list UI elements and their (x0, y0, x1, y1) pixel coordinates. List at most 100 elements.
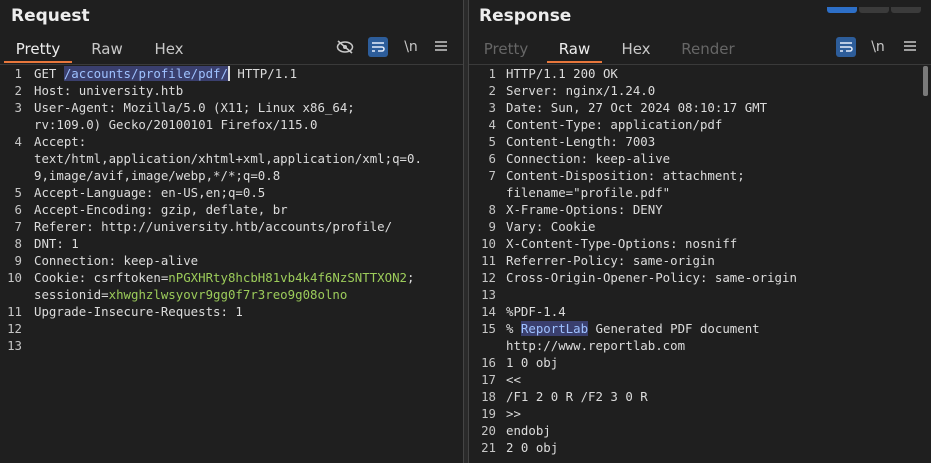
line-number: 4 (488, 117, 496, 132)
request-tab-hex[interactable]: Hex (142, 37, 196, 63)
line-content: Content-Type: application/pdf (506, 117, 723, 132)
request-pane: Request Pretty Raw Hex \n 1 GET /accounts… (0, 0, 464, 463)
line-number: 4 (14, 134, 22, 149)
line-text: http://www.reportlab.com (506, 337, 685, 354)
line-text: Cookie: csrftoken=nPGXHRty8hcbH81vb4k4f6… (34, 269, 414, 286)
response-editor[interactable]: 1 HTTP/1.1 200 OK 2 Server: nginx/1.24.0 3 Da… (469, 64, 931, 463)
line-content: Connection: keep-alive (506, 151, 671, 166)
code-line: 6 Accept-Encoding: gzip, deflate, br (0, 201, 463, 218)
line-content: DNT: 1 (34, 236, 79, 251)
line-number: 2 (14, 83, 22, 98)
code-line: 8 DNT: 1 (0, 235, 463, 252)
code-line: 15% ReportLab Generated PDF document (469, 320, 931, 337)
line-number: 2 (488, 83, 496, 98)
cookie-separator: ; (407, 270, 415, 285)
response-tab-pretty[interactable]: Pretty (471, 37, 541, 63)
line-text: << (506, 371, 521, 388)
hamburger-menu-icon[interactable] (900, 37, 920, 57)
selected-text: ReportLab (520, 321, 589, 336)
line-suffix: Generated PDF document (588, 321, 760, 336)
code-line: 2 Host: university.htb (0, 82, 463, 99)
line-text: >> (506, 405, 521, 422)
line-content: Accept-Language: en-US,en;q=0.5 (34, 185, 266, 200)
code-line: 7 Referer: http://university.htb/accounts… (0, 218, 463, 235)
request-tab-pretty[interactable]: Pretty (4, 37, 72, 63)
line-text: User-Agent: Mozilla/5.0 (X11; Linux x86_… (34, 99, 355, 116)
code-line: 18/F1 2 0 R /F2 3 0 R (469, 388, 931, 405)
wrap-lines-icon[interactable] (368, 37, 388, 57)
line-number: 9 (14, 253, 22, 268)
line-content: X-Frame-Options: DENY (506, 202, 663, 217)
cookie-name: sessionid= (34, 287, 109, 302)
code-line: 9,image/avif,image/webp,*/*;q=0.8 (0, 167, 463, 184)
line-content: Host: university.htb (34, 83, 184, 98)
line-text: Content-Length: 7003 (506, 133, 655, 150)
wrap-lines-icon[interactable] (836, 37, 856, 57)
line-number: 5 (14, 185, 22, 200)
code-line: 9 Connection: keep-alive (0, 252, 463, 269)
line-number: 10 (481, 236, 496, 251)
code-line: filename="profile.pdf" (469, 184, 931, 201)
code-line: 1 GET /accounts/profile/pdf/ HTTP/1.1 (0, 65, 463, 82)
line-text: HTTP/1.1 200 OK (506, 65, 618, 82)
line-content: X-Content-Type-Options: nosniff (506, 236, 738, 251)
request-tab-raw[interactable]: Raw (80, 37, 134, 63)
newline-toggle-icon[interactable]: \n (868, 37, 888, 57)
line-text: endobj (506, 422, 551, 439)
line-number: 7 (14, 219, 22, 234)
line-text: rv:109.0) Gecko/20100101 Firefox/115.0 (34, 116, 317, 133)
request-editor[interactable]: 1 GET /accounts/profile/pdf/ HTTP/1.1 2 Hos… (0, 64, 463, 463)
line-number: 11 (481, 253, 496, 268)
line-number: 19 (481, 406, 496, 421)
line-number: 6 (488, 151, 496, 166)
line-text: Content-Type: application/pdf (506, 116, 722, 133)
code-line: 4 Content-Type: application/pdf (469, 116, 931, 133)
code-line: sessionid=xhwghzlwsyovr9gg0f7r3reo9g08ol… (0, 286, 463, 303)
code-line: 13 (469, 286, 931, 303)
line-content: rv:109.0) Gecko/20100101 Firefox/115.0 (34, 117, 318, 132)
layout-toggle-group[interactable] (825, 0, 921, 13)
response-tabs: Pretty Raw Hex Render (469, 37, 931, 63)
request-title: Request (11, 6, 90, 26)
line-text: 1 0 obj (506, 354, 558, 371)
response-tab-raw[interactable]: Raw (547, 37, 602, 63)
line-text: GET /accounts/profile/pdf/ HTTP/1.1 (34, 65, 297, 82)
line-number: 6 (14, 202, 22, 217)
line-number: 14 (481, 304, 496, 319)
line-content: Accept: (34, 134, 87, 149)
response-tab-hex[interactable]: Hex (609, 37, 663, 63)
code-line: 21 2 0 obj (469, 439, 931, 456)
line-content: Accept-Encoding: gzip, deflate, br (34, 202, 288, 217)
code-line: 13 (0, 337, 463, 354)
line-text: Connection: keep-alive (506, 150, 670, 167)
cookie-name: Cookie: csrftoken= (34, 270, 169, 285)
code-line: 12 Cross-Origin-Opener-Policy: same-origi… (469, 269, 931, 286)
line-content: 2 0 obj (506, 440, 559, 455)
code-line: 8 X-Frame-Options: DENY (469, 201, 931, 218)
response-scrollbar[interactable] (923, 66, 928, 96)
line-text: Date: Sun, 27 Oct 2024 08:10:17 GMT (506, 99, 767, 116)
line-content: HTTP/1.1 200 OK (506, 66, 618, 81)
line-content: Connection: keep-alive (34, 253, 199, 268)
code-line: text/html,application/xhtml+xml,applicat… (0, 150, 463, 167)
line-number: 12 (481, 270, 496, 285)
line-prefix: GET (34, 66, 64, 81)
line-text: DNT: 1 (34, 235, 79, 252)
hamburger-menu-icon[interactable] (431, 37, 451, 57)
code-line: 1 HTTP/1.1 200 OK (469, 65, 931, 82)
newline-toggle-icon[interactable]: \n (401, 37, 421, 57)
line-text: Accept-Language: en-US,en;q=0.5 (34, 184, 265, 201)
line-content: endobj (506, 423, 551, 438)
code-line: 6 Connection: keep-alive (469, 150, 931, 167)
code-line: 5 Content-Length: 7003 (469, 133, 931, 150)
line-text: Connection: keep-alive (34, 252, 198, 269)
selected-text: /accounts/profile/pdf/ (63, 66, 228, 81)
line-number: 9 (488, 219, 496, 234)
line-number: 11 (7, 304, 22, 319)
line-text: 2 0 obj (506, 439, 558, 456)
eye-slash-icon[interactable] (335, 37, 355, 57)
line-number: 21 (481, 440, 496, 455)
code-line: 16 1 0 obj (469, 354, 931, 371)
response-tab-render[interactable]: Render (673, 37, 743, 63)
line-content: text/html,application/xhtml+xml,applicat… (34, 151, 422, 166)
